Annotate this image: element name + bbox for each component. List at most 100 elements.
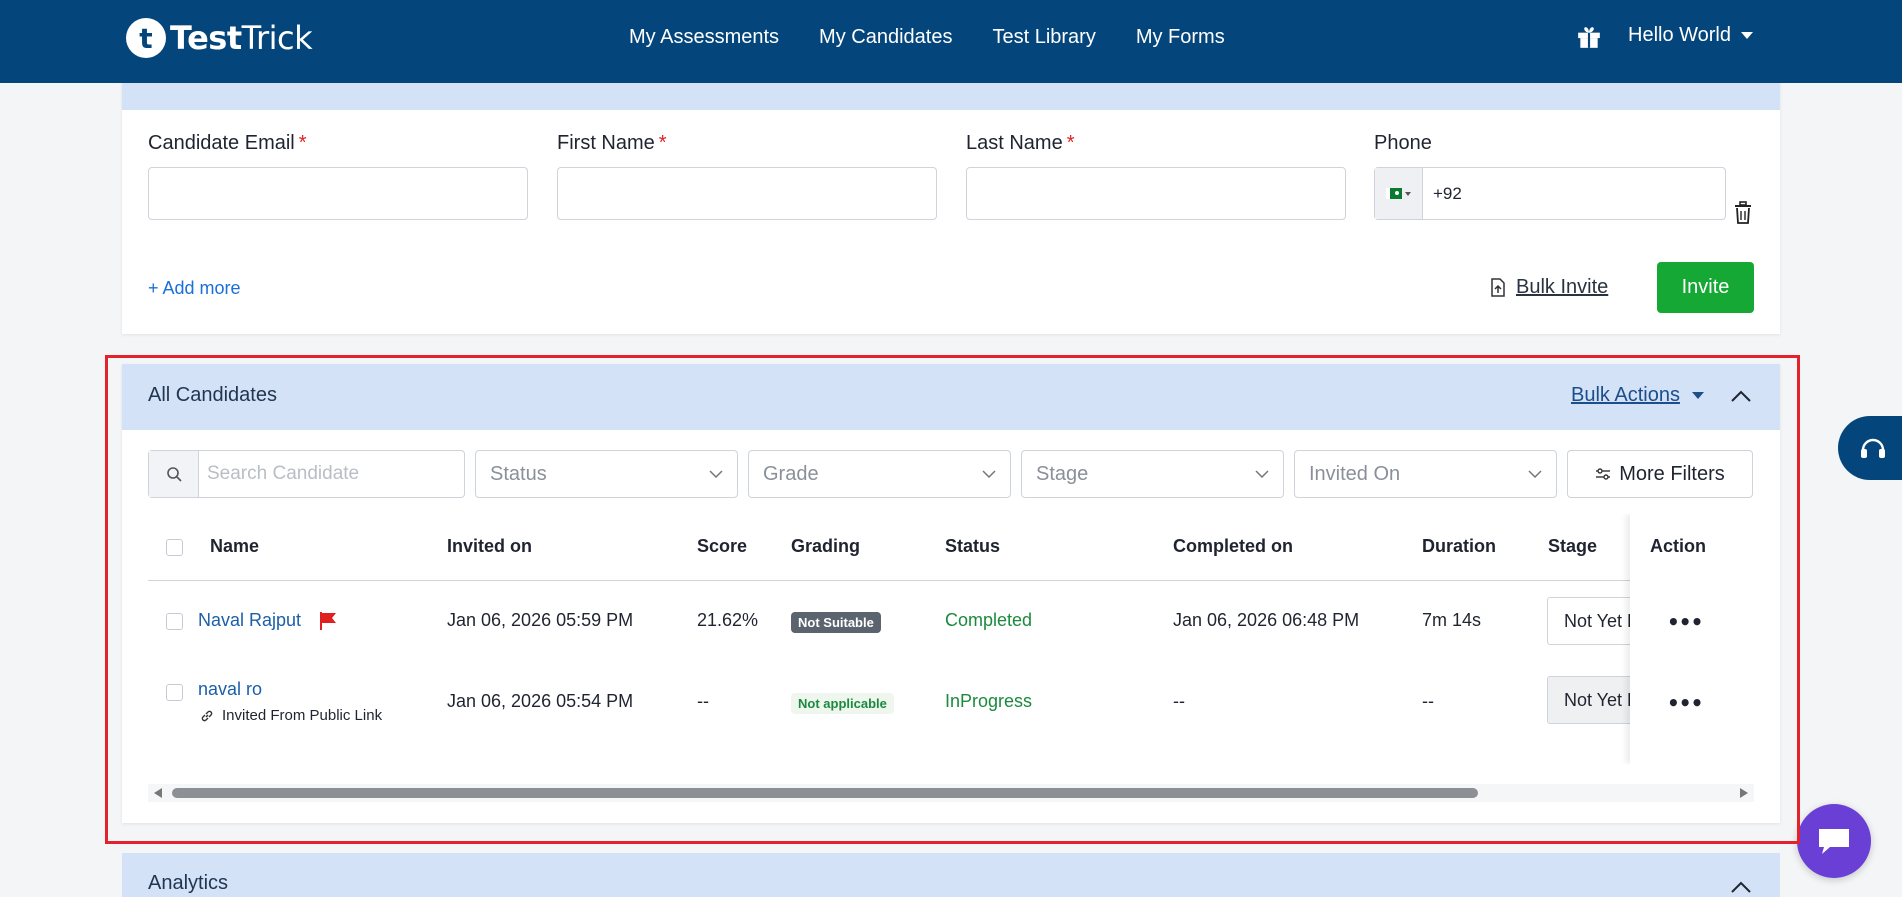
headset-icon bbox=[1861, 438, 1885, 458]
col-name: Name bbox=[210, 536, 260, 556]
bulk-actions-dropdown[interactable]: Bulk Actions bbox=[1571, 384, 1704, 407]
file-upload-icon bbox=[1491, 278, 1505, 297]
user-menu[interactable]: Hello World bbox=[1628, 24, 1753, 47]
chevron-up-icon[interactable] bbox=[1730, 386, 1752, 406]
completed-on-cell: -- bbox=[1173, 691, 1185, 711]
more-filters-label: More Filters bbox=[1619, 462, 1725, 485]
invite-source-note: Invited From Public Link bbox=[222, 707, 383, 724]
bulk-invite-label: Bulk Invite bbox=[1516, 276, 1609, 298]
gift-icon[interactable] bbox=[1576, 24, 1602, 50]
logo-text: TestTrick bbox=[170, 19, 313, 57]
score-cell: -- bbox=[697, 691, 709, 711]
last-name-input[interactable] bbox=[966, 167, 1346, 220]
row-checkbox[interactable] bbox=[166, 613, 183, 630]
caret-down-icon bbox=[1405, 191, 1411, 196]
grade-filter[interactable]: Grade bbox=[748, 450, 1011, 498]
invited-on-cell: Jan 06, 2026 05:59 PM bbox=[447, 610, 634, 630]
search-candidate-box bbox=[148, 450, 465, 498]
invite-button[interactable]: Invite bbox=[1657, 262, 1754, 313]
invite-candidates-card: Candidate Email * First Name * Last Name * … bbox=[122, 50, 1780, 334]
first-name-label: First Name * bbox=[557, 132, 667, 154]
status-filter[interactable]: Status bbox=[475, 450, 738, 498]
sliders-icon bbox=[1596, 468, 1611, 480]
grading-badge: Not applicable bbox=[791, 693, 894, 714]
row-checkbox[interactable] bbox=[166, 684, 183, 701]
scroll-right-icon[interactable] bbox=[1740, 788, 1748, 798]
candidates-table: Name Invited on Score Grading Status Com… bbox=[148, 514, 1754, 764]
search-candidate-input[interactable] bbox=[199, 451, 464, 497]
action-column: Action ••• ••• bbox=[1630, 514, 1754, 764]
candidate-name-link[interactable]: Naval Rajput bbox=[198, 610, 301, 631]
chevron-down-icon bbox=[709, 470, 723, 478]
testtrick-logo[interactable]: t TestTrick bbox=[126, 18, 313, 58]
candidate-email-input[interactable] bbox=[148, 167, 528, 220]
link-icon bbox=[201, 710, 213, 722]
add-more-link[interactable]: + Add more bbox=[148, 278, 241, 299]
chevron-down-icon bbox=[982, 470, 996, 478]
invited-on-filter[interactable]: Invited On bbox=[1294, 450, 1557, 498]
nav-test-library[interactable]: Test Library bbox=[992, 26, 1095, 49]
chevron-down-icon bbox=[1741, 32, 1753, 39]
score-cell: 21.62% bbox=[697, 610, 759, 630]
col-invited-on: Invited on bbox=[447, 536, 532, 556]
horizontal-scrollbar[interactable] bbox=[148, 784, 1754, 802]
grade-filter-label: Grade bbox=[763, 462, 819, 485]
analytics-section: Analytics bbox=[122, 853, 1780, 897]
chat-bubble-icon bbox=[1819, 829, 1849, 854]
row-actions-menu[interactable]: ••• bbox=[1667, 691, 1703, 715]
row-actions-menu[interactable]: ••• bbox=[1667, 610, 1703, 634]
filter-bar: Status Grade Stage Invited On More Filte… bbox=[148, 450, 1753, 498]
candidate-email-field: Candidate Email * bbox=[148, 132, 528, 220]
table-row: naval ro Invited From Public Link Jan 06… bbox=[148, 661, 1754, 741]
stage-filter[interactable]: Stage bbox=[1021, 450, 1284, 498]
status-cell: Completed bbox=[945, 610, 1033, 630]
trash-icon[interactable] bbox=[1733, 201, 1753, 225]
col-duration: Duration bbox=[1422, 536, 1496, 556]
phone-code: +92 bbox=[1433, 183, 1462, 203]
candidate-name-link[interactable]: naval ro bbox=[198, 679, 262, 700]
pakistan-flag-icon bbox=[1386, 188, 1402, 199]
duration-cell: 7m 14s bbox=[1422, 610, 1482, 630]
chevron-down-icon bbox=[1528, 470, 1542, 478]
invited-on-cell: Jan 06, 2026 05:54 PM bbox=[447, 691, 634, 711]
col-score: Score bbox=[697, 536, 748, 556]
phone-input[interactable]: +92 bbox=[1374, 167, 1726, 220]
nav-my-forms[interactable]: My Forms bbox=[1136, 26, 1225, 49]
table-header: Name Invited on Score Grading Status Com… bbox=[148, 514, 1754, 581]
logo-mark: t bbox=[126, 18, 166, 58]
chat-button[interactable] bbox=[1797, 804, 1871, 878]
last-name-field: Last Name * bbox=[966, 132, 1346, 220]
red-flag-icon[interactable] bbox=[318, 611, 338, 631]
col-grading: Grading bbox=[791, 536, 861, 556]
scrollbar-thumb[interactable] bbox=[172, 788, 1478, 798]
chevron-down-icon bbox=[1255, 470, 1269, 478]
scroll-left-icon[interactable] bbox=[154, 788, 162, 798]
stage-filter-label: Stage bbox=[1036, 462, 1089, 485]
col-stage: Stage bbox=[1548, 536, 1598, 556]
search-icon[interactable] bbox=[149, 451, 199, 497]
select-all-checkbox[interactable] bbox=[166, 539, 183, 556]
all-candidates-card: All Candidates Bulk Actions Status Grade… bbox=[122, 364, 1780, 823]
more-filters-button[interactable]: More Filters bbox=[1567, 450, 1753, 498]
status-cell: InProgress bbox=[945, 691, 1033, 711]
col-action: Action bbox=[1650, 536, 1706, 556]
duration-cell: -- bbox=[1422, 691, 1434, 711]
candidate-email-label: Candidate Email * bbox=[148, 132, 307, 154]
bulk-invite-link[interactable]: Bulk Invite bbox=[1490, 276, 1608, 299]
chevron-up-icon[interactable] bbox=[1730, 877, 1752, 897]
top-navbar: t TestTrick My Assessments My Candidates… bbox=[0, 0, 1902, 83]
nav-links: My Assessments My Candidates Test Librar… bbox=[629, 26, 1225, 49]
support-button[interactable] bbox=[1838, 416, 1902, 480]
country-code-selector[interactable] bbox=[1375, 168, 1423, 219]
caret-down-icon bbox=[1691, 392, 1704, 399]
invited-on-filter-label: Invited On bbox=[1309, 462, 1401, 485]
phone-field: Phone +92 bbox=[1374, 132, 1754, 220]
all-candidates-title: All Candidates bbox=[148, 384, 277, 406]
nav-my-candidates[interactable]: My Candidates bbox=[819, 26, 952, 49]
completed-on-cell: Jan 06, 2026 06:48 PM bbox=[1173, 610, 1360, 630]
first-name-field: First Name * bbox=[557, 132, 937, 220]
nav-my-assessments[interactable]: My Assessments bbox=[629, 26, 779, 49]
bulk-actions-label: Bulk Actions bbox=[1571, 384, 1680, 406]
first-name-input[interactable] bbox=[557, 167, 937, 220]
analytics-title: Analytics bbox=[148, 872, 229, 894]
